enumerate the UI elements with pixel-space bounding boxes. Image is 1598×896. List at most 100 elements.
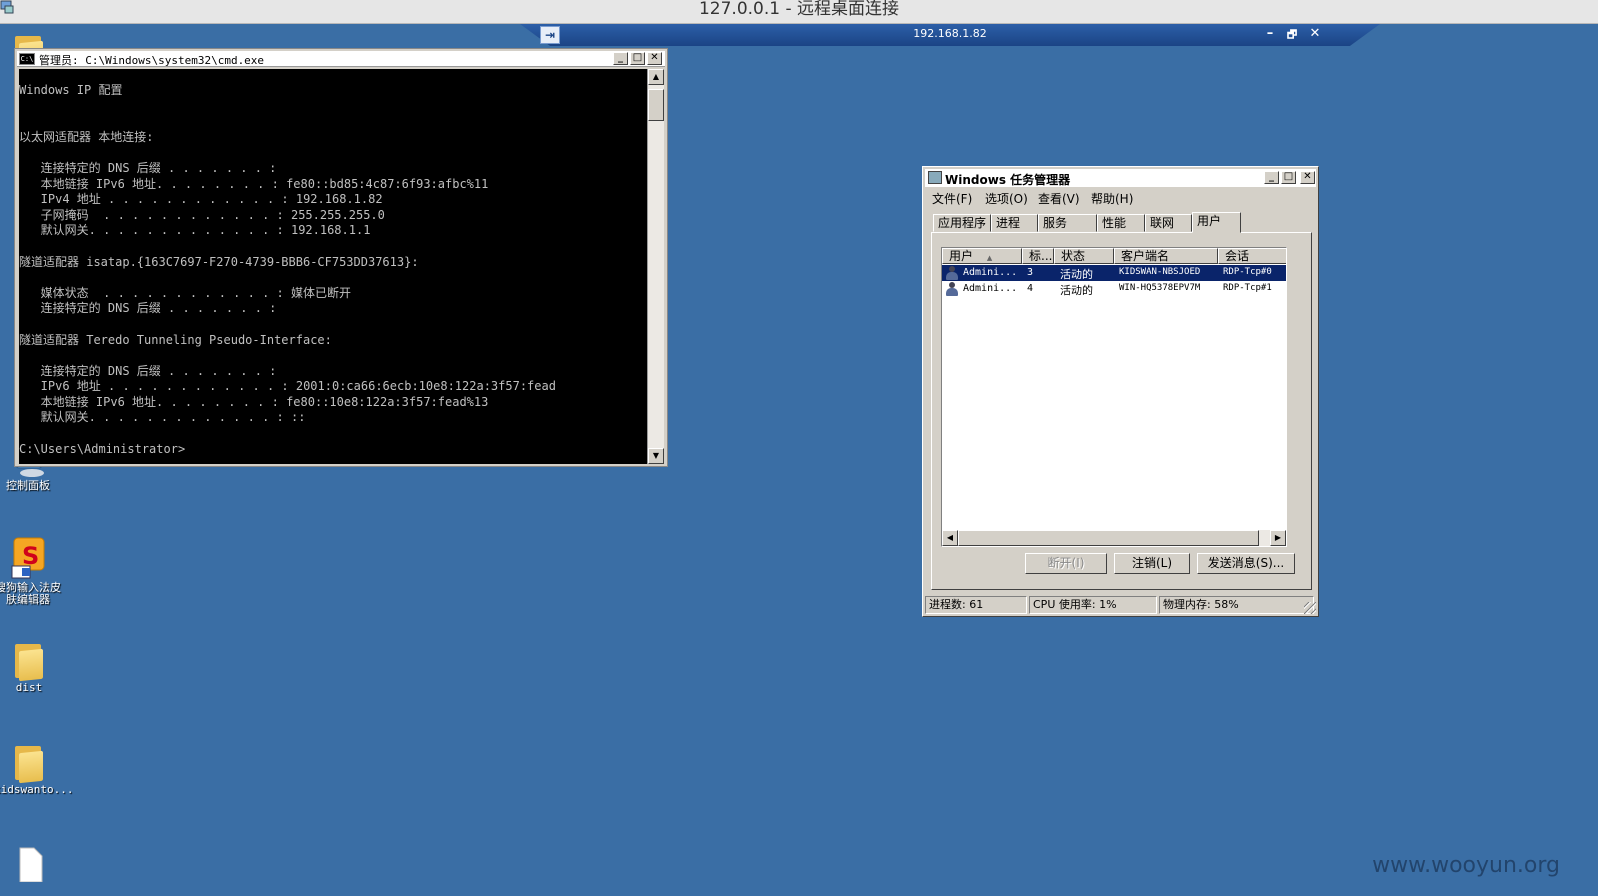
sort-ascending-icon: ▲	[986, 254, 993, 262]
console-line: 连接特定的 DNS 后缀 . . . . . . . :	[19, 160, 277, 175]
send-message-button[interactable]: 发送消息(S)...	[1197, 553, 1295, 574]
cell-session: RDP-Tcp#1	[1223, 283, 1272, 293]
watermark: www.wooyun.org	[1372, 853, 1560, 878]
users-list[interactable]: 用户 ▲ 标... 状态 客户端名 会话 Admini... 3 活动的 KID…	[941, 247, 1287, 547]
cmd-title: 管理员: C:\Windows\system32\cmd.exe	[39, 54, 265, 67]
menu-view[interactable]: 查看(V)	[1038, 190, 1080, 207]
task-manager-menubar: 文件(F) 选项(O) 查看(V) 帮助(H)	[925, 188, 1316, 206]
tab-processes[interactable]: 进程	[991, 214, 1038, 232]
status-cpu-usage: CPU 使用率: 1%	[1029, 596, 1157, 614]
tm-minimize-button[interactable]: _	[1264, 171, 1279, 184]
tab-performance[interactable]: 性能	[1097, 214, 1145, 232]
menu-help[interactable]: 帮助(H)	[1091, 190, 1133, 207]
column-client-name[interactable]: 客户端名	[1114, 248, 1218, 264]
column-user[interactable]: 用户 ▲	[942, 248, 1022, 264]
cmd-window[interactable]: C:\ 管理员: C:\Windows\system32\cmd.exe _ □…	[14, 48, 668, 467]
console-line: C:\Users\Administrator>	[19, 441, 186, 456]
cmd-console-output[interactable]: Windows IP 配置以太网适配器 本地连接: 连接特定的 DNS 后缀 .…	[19, 69, 647, 464]
console-line: IPv4 地址 . . . . . . . . . . . . : 192.16…	[19, 192, 383, 207]
cmd-close-button[interactable]: ✕	[647, 52, 662, 65]
file-icon	[19, 847, 43, 882]
table-row[interactable]: Admini... 4 活动的 WIN-HQ5378EPV7M RDP-Tcp#…	[942, 281, 1286, 297]
cell-id: 4	[1027, 283, 1034, 294]
scroll-right-icon[interactable]: ▶	[1270, 530, 1286, 546]
cmd-maximize-button[interactable]: □	[630, 52, 645, 65]
cmd-titlebar[interactable]: C:\ 管理员: C:\Windows\system32\cmd.exe _ □…	[17, 51, 665, 67]
tab-networking[interactable]: 联网	[1145, 214, 1192, 232]
status-process-count: 进程数: 61	[925, 596, 1027, 614]
column-id[interactable]: 标...	[1022, 248, 1054, 264]
console-line: 默认网关. . . . . . . . . . . . . : 192.168.…	[19, 223, 371, 238]
console-line: 连接特定的 DNS 后缀 . . . . . . . :	[19, 301, 277, 316]
menu-file[interactable]: 文件(F)	[932, 190, 972, 207]
desktop-icon-file[interactable]	[0, 846, 64, 884]
desktop-icon-dist[interactable]: dist	[0, 640, 64, 694]
console-line: 本地链接 IPv6 地址. . . . . . . . : fe80::10e8…	[19, 394, 489, 409]
tab-services[interactable]: 服务	[1038, 214, 1097, 232]
rdp-close-button[interactable]: ✕	[1307, 26, 1323, 41]
tm-maximize-button[interactable]: □	[1281, 171, 1296, 184]
cmd-minimize-button[interactable]: _	[613, 52, 628, 65]
task-manager-statusbar: 进程数: 61 CPU 使用率: 1% 物理内存: 58%	[925, 596, 1316, 614]
cmd-vertical-scrollbar[interactable]: ▲ ▼	[647, 69, 664, 464]
cell-client-name: KIDSWAN-NBSJOED	[1119, 267, 1201, 277]
cell-id: 3	[1027, 267, 1034, 278]
column-status[interactable]: 状态	[1054, 248, 1114, 264]
disconnect-button[interactable]: 断开(I)	[1025, 553, 1107, 574]
task-manager-icon	[928, 171, 942, 184]
desktop-icon-label: 搜狗输入法皮肤编辑器	[0, 581, 61, 606]
column-session[interactable]: 会话	[1218, 248, 1286, 264]
rdp-restore-button[interactable]: 🗗	[1284, 26, 1300, 45]
tab-applications[interactable]: 应用程序	[933, 214, 991, 232]
status-physical-memory: 物理内存: 58%	[1159, 596, 1314, 614]
cell-status: 活动的	[1060, 268, 1093, 281]
desktop-icon-kidswanto[interactable]: kidswanto...	[0, 742, 74, 796]
desktop-icon-sogou-skin-editor[interactable]: S 搜狗输入法皮肤编辑器	[0, 536, 63, 606]
cell-user: Admini...	[963, 283, 1018, 294]
tm-close-button[interactable]: ✕	[1300, 171, 1315, 184]
menu-options[interactable]: 选项(O)	[985, 190, 1028, 207]
console-line: 隧道适配器 Teredo Tunneling Pseudo-Interface:	[19, 332, 332, 347]
console-line: 隧道适配器 isatap.{163C7697-F270-4739-BBB6-CF…	[19, 254, 419, 269]
scroll-left-icon[interactable]: ◀	[942, 530, 958, 546]
cell-client-name: WIN-HQ5378EPV7M	[1119, 283, 1201, 293]
console-line: 默认网关. . . . . . . . . . . . . : ::	[19, 410, 306, 425]
table-row[interactable]: Admini... 3 活动的 KIDSWAN-NBSJOED RDP-Tcp#…	[942, 265, 1286, 281]
rdp-client-title: 127.0.0.1 - 远程桌面连接	[698, 0, 900, 19]
cell-session: RDP-Tcp#0	[1223, 267, 1272, 277]
rdp-client-titlebar[interactable]: 127.0.0.1 - 远程桌面连接	[0, 0, 1598, 24]
console-line: 媒体状态 . . . . . . . . . . . . : 媒体已断开	[19, 285, 351, 300]
resize-grip-icon[interactable]	[1304, 602, 1316, 614]
users-list-horizontal-scrollbar[interactable]: ◀ ▶	[942, 530, 1286, 546]
user-icon	[945, 266, 959, 280]
task-manager-titlebar[interactable]: Windows 任务管理器 _ □ ✕	[925, 169, 1316, 187]
desktop-icon-label: 控制面板	[6, 479, 50, 492]
scroll-thumb[interactable]	[648, 89, 664, 121]
user-icon	[945, 282, 959, 296]
column-user-label: 用户	[949, 249, 974, 263]
console-line: 以太网适配器 本地连接:	[19, 129, 154, 144]
task-manager-tabs: 应用程序 进程 服务 性能 联网 用户	[931, 212, 1311, 233]
remote-connection-bar: ⇥ 192.168.1.82 – 🗗 ✕	[520, 24, 1380, 46]
scroll-thumb[interactable]	[958, 530, 1259, 546]
console-line: IPv6 地址 . . . . . . . . . . . . : 2001:0…	[19, 379, 556, 394]
rdp-minimize-button[interactable]: –	[1262, 26, 1278, 41]
console-line: 子网掩码 . . . . . . . . . . . . : 255.255.2…	[19, 207, 385, 222]
console-line: 本地链接 IPv6 地址. . . . . . . . : fe80::bd85…	[19, 176, 489, 191]
desktop-icon-label: kidswanto...	[0, 783, 74, 796]
scroll-down-icon[interactable]: ▼	[648, 448, 664, 464]
scroll-up-icon[interactable]: ▲	[648, 69, 664, 85]
task-manager-window[interactable]: Windows 任务管理器 _ □ ✕ 文件(F) 选项(O) 查看(V) 帮助…	[922, 166, 1319, 617]
logoff-button[interactable]: 注销(L)	[1114, 553, 1190, 574]
console-line: Windows IP 配置	[19, 83, 123, 97]
users-list-header: 用户 ▲ 标... 状态 客户端名 会话	[942, 248, 1286, 264]
tab-users[interactable]: 用户	[1192, 212, 1241, 233]
